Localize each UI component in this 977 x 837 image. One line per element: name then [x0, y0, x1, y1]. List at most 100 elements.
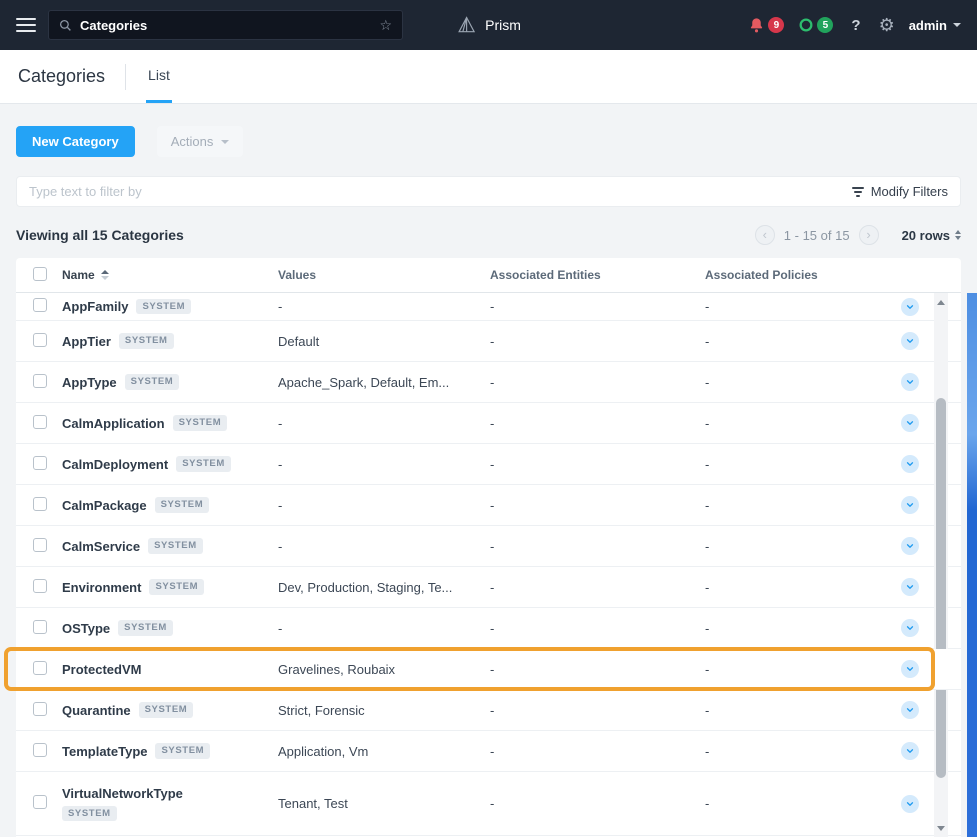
row-checkbox[interactable] — [33, 497, 47, 511]
row-checkbox[interactable] — [33, 374, 47, 388]
help-button[interactable]: ? — [847, 17, 864, 34]
row-checkbox[interactable] — [33, 415, 47, 429]
settings-gear-icon[interactable]: ⚙ — [879, 15, 895, 36]
table-scrollbar[interactable] — [934, 293, 948, 837]
actions-button[interactable]: Actions — [157, 126, 244, 157]
row-name[interactable]: TemplateType — [62, 744, 147, 759]
row-expand-button[interactable] — [901, 455, 919, 473]
row-name[interactable]: CalmDeployment — [62, 457, 168, 472]
row-name[interactable]: AppFamily — [62, 299, 128, 314]
row-entities: - — [490, 299, 705, 314]
row-entities: - — [490, 416, 705, 431]
scrollbar-thumb[interactable] — [936, 398, 946, 778]
alerts-button[interactable]: 9 — [748, 17, 784, 34]
table-row[interactable]: VirtualNetworkType SYSTEM Tenant, Test -… — [16, 772, 961, 836]
system-badge: SYSTEM — [62, 806, 117, 822]
row-name[interactable]: CalmService — [62, 539, 140, 554]
global-search[interactable]: Categories ☆ — [48, 10, 403, 40]
table-row[interactable]: Environment SYSTEM Dev, Production, Stag… — [16, 567, 961, 608]
row-expand-button[interactable] — [901, 619, 919, 637]
table-row[interactable]: Quarantine SYSTEM Strict, Forensic - - — [16, 690, 961, 731]
select-all-checkbox[interactable] — [33, 267, 47, 281]
row-expand-button[interactable] — [901, 537, 919, 555]
column-name[interactable]: Name — [62, 268, 278, 282]
row-checkbox[interactable] — [33, 620, 47, 634]
search-value[interactable]: Categories — [80, 18, 371, 33]
row-checkbox[interactable] — [33, 743, 47, 757]
row-name[interactable]: CalmPackage — [62, 498, 147, 513]
row-expand-button[interactable] — [901, 660, 919, 678]
row-checkbox[interactable] — [33, 538, 47, 552]
row-policies: - — [705, 416, 895, 431]
row-checkbox[interactable] — [33, 579, 47, 593]
filter-input[interactable] — [29, 184, 852, 199]
rows-per-page-select[interactable]: 20 rows — [902, 228, 961, 243]
table-row[interactable]: CalmService SYSTEM - - - — [16, 526, 961, 567]
modify-filters-button[interactable]: Modify Filters — [852, 184, 948, 199]
row-policies: - — [705, 662, 895, 677]
table-row[interactable]: AppFamily SYSTEM - - - — [16, 293, 961, 321]
pagination: ‹ 1 - 15 of 15 › 20 rows — [755, 225, 961, 245]
table-row[interactable]: CalmDeployment SYSTEM - - - — [16, 444, 961, 485]
menu-icon[interactable] — [16, 18, 36, 32]
row-expand-button[interactable] — [901, 298, 919, 316]
system-badge: SYSTEM — [173, 415, 228, 431]
column-associated-entities[interactable]: Associated Entities — [490, 268, 705, 282]
row-values: Application, Vm — [278, 744, 490, 759]
table-row[interactable]: ProtectedVM Gravelines, Roubaix - - — [16, 649, 961, 690]
row-values: Dev, Production, Staging, Te... — [278, 580, 490, 595]
row-expand-button[interactable] — [901, 742, 919, 760]
row-policies: - — [705, 334, 895, 349]
brand: Prism — [456, 15, 521, 35]
row-name[interactable]: Environment — [62, 580, 141, 595]
row-name[interactable]: AppType — [62, 375, 117, 390]
scroll-down-arrow[interactable] — [934, 821, 948, 835]
row-name[interactable]: Quarantine — [62, 703, 131, 718]
row-expand-button[interactable] — [901, 414, 919, 432]
row-checkbox[interactable] — [33, 661, 47, 675]
system-badge: SYSTEM — [139, 702, 194, 718]
row-values: Tenant, Test — [278, 796, 490, 811]
table-row[interactable]: TemplateType SYSTEM Application, Vm - - — [16, 731, 961, 772]
row-name[interactable]: ProtectedVM — [62, 662, 141, 677]
tab-list[interactable]: List — [146, 50, 172, 103]
row-expand-button[interactable] — [901, 795, 919, 813]
prev-page-button[interactable]: ‹ — [755, 225, 775, 245]
table-row[interactable]: CalmApplication SYSTEM - - - — [16, 403, 961, 444]
row-entities: - — [490, 744, 705, 759]
star-icon[interactable]: ☆ — [379, 17, 392, 34]
row-policies: - — [705, 744, 895, 759]
row-checkbox[interactable] — [33, 456, 47, 470]
row-checkbox[interactable] — [33, 795, 47, 809]
column-values[interactable]: Values — [278, 268, 490, 282]
row-expand-button[interactable] — [901, 578, 919, 596]
row-checkbox[interactable] — [33, 298, 47, 312]
row-name[interactable]: AppTier — [62, 334, 111, 349]
tasks-button[interactable]: 5 — [798, 17, 833, 33]
alerts-badge: 9 — [768, 17, 784, 33]
table-body: AppFamily SYSTEM - - - AppTier SYSTEM De… — [16, 293, 961, 837]
table-row[interactable]: OSType SYSTEM - - - — [16, 608, 961, 649]
system-badge: SYSTEM — [149, 579, 204, 595]
table-row[interactable]: CalmPackage SYSTEM - - - — [16, 485, 961, 526]
row-checkbox[interactable] — [33, 702, 47, 716]
row-values: - — [278, 621, 490, 636]
background-strip — [967, 293, 977, 837]
row-name[interactable]: VirtualNetworkType — [62, 786, 183, 801]
row-expand-button[interactable] — [901, 496, 919, 514]
row-name[interactable]: CalmApplication — [62, 416, 165, 431]
table-row[interactable]: AppTier SYSTEM Default - - — [16, 321, 961, 362]
row-expand-button[interactable] — [901, 332, 919, 350]
next-page-button[interactable]: › — [859, 225, 879, 245]
table-row[interactable]: AppType SYSTEM Apache_Spark, Default, Em… — [16, 362, 961, 403]
new-category-button[interactable]: New Category — [16, 126, 135, 157]
row-expand-button[interactable] — [901, 701, 919, 719]
bell-icon — [748, 17, 765, 34]
user-menu[interactable]: admin — [909, 18, 961, 33]
divider — [125, 64, 126, 90]
scroll-up-arrow[interactable] — [934, 295, 948, 309]
column-associated-policies[interactable]: Associated Policies — [705, 268, 895, 282]
row-name[interactable]: OSType — [62, 621, 110, 636]
row-expand-button[interactable] — [901, 373, 919, 391]
row-checkbox[interactable] — [33, 333, 47, 347]
